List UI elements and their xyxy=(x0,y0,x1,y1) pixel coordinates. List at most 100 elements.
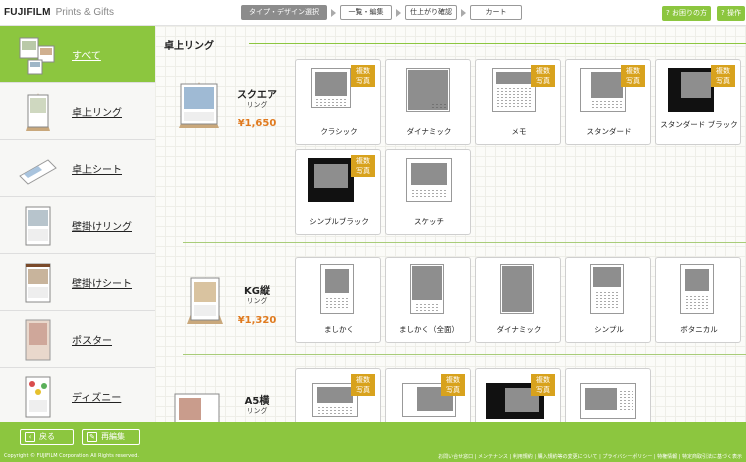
product-type: リング xyxy=(246,407,268,415)
design-card-sketch[interactable]: スケッチ xyxy=(385,149,471,235)
design-list: 卓上リング スクエア リング ¥1,650 複数 写真 クラシック ダイナミック … xyxy=(155,26,746,422)
calendar-preview xyxy=(410,264,444,314)
sidebar-item-label: 卓上シート xyxy=(72,165,122,176)
step-arrow-icon xyxy=(331,8,336,17)
sidebar-item-wall-ring[interactable]: 壁掛けリング xyxy=(0,197,155,254)
square-ring-calendar-image xyxy=(179,82,219,128)
footer-bar: ‹ 戻る ✎ 再編集 Copyright © FUJIFILM Corporat… xyxy=(0,422,746,462)
calendar-preview xyxy=(668,68,714,112)
reedit-button[interactable]: ✎ 再編集 xyxy=(82,429,140,445)
calendar-preview xyxy=(311,68,351,108)
product-type: リング xyxy=(246,297,268,305)
design-card-simple-black[interactable]: 複数 写真 シンプルブラック xyxy=(295,149,381,235)
header: FUJIFILM Prints & Gifts タイプ・デザイン選択 一覧・編集… xyxy=(0,0,746,26)
calendar-preview xyxy=(320,264,354,314)
design-name: ましかく（全面） xyxy=(399,325,459,334)
section-divider xyxy=(183,242,746,243)
design-card-classic[interactable]: 複数 写真 クラシック xyxy=(295,59,381,145)
help-button[interactable]: ? お困りの方 xyxy=(662,6,711,21)
design-card-square-full[interactable]: ましかく（全面） xyxy=(385,257,471,343)
design-card-standard-black[interactable]: 複数 写真 スタンダード ブラック xyxy=(655,59,741,145)
design-card-memo[interactable]: 複数 写真 メモ xyxy=(475,59,561,145)
product-name: A5横 xyxy=(244,396,270,407)
sidebar-item-label: 壁掛けリング xyxy=(72,222,132,233)
a5-ring-calendar-image xyxy=(174,393,220,422)
copyright-text: Copyright © FUJIFILM Corporation All Rig… xyxy=(4,453,139,459)
design-name: スタンダード xyxy=(586,127,632,136)
progress-steps: タイプ・デザイン選択 一覧・編集 仕上がり確認 カート xyxy=(241,5,522,20)
step-arrow-icon xyxy=(396,8,401,17)
back-button[interactable]: ‹ 戻る xyxy=(20,429,74,445)
design-name: シンプルブラック xyxy=(309,217,369,226)
sidebar-item-label: ポスター xyxy=(72,336,112,347)
design-name: クラシック xyxy=(320,127,358,136)
multi-photo-badge: 複数 写真 xyxy=(351,374,375,396)
design-name: シンプル xyxy=(594,325,624,334)
design-card-dynamic-kg[interactable]: ダイナミック xyxy=(475,257,561,343)
footer-links[interactable]: お問い合せ窓口 | メンテナンス | 利用規約 | 購入規約等の変更について |… xyxy=(438,453,742,460)
sidebar-item-label: 卓上リング xyxy=(72,108,122,119)
calendar-preview xyxy=(590,264,624,314)
multi-photo-badge: 複数 写真 xyxy=(531,65,555,87)
calendar-preview xyxy=(680,264,714,314)
edit-icon: ✎ xyxy=(87,432,97,442)
design-name: スタンダード ブラック xyxy=(660,120,738,129)
calendar-preview xyxy=(492,68,536,112)
product-type: リング xyxy=(246,101,268,109)
back-label: 戻る xyxy=(39,432,55,441)
step-cart: カート xyxy=(470,5,522,20)
design-card-a5-1[interactable]: 複数 写真 xyxy=(295,368,381,422)
sidebar-item-disney[interactable]: ディズニー xyxy=(0,368,155,425)
sidebar-item-label: すべて xyxy=(72,51,101,62)
multi-photo-badge: 複数 写真 xyxy=(531,374,555,396)
step-edit: 一覧・編集 xyxy=(340,5,392,20)
calendar-preview xyxy=(406,158,452,202)
design-name: ダイナミック xyxy=(496,325,542,334)
multi-photo-badge: 複数 写真 xyxy=(351,155,375,177)
section-title: 卓上リング xyxy=(164,41,214,52)
guide-button[interactable]: ? 操作 xyxy=(717,6,745,21)
design-card-dynamic[interactable]: ダイナミック xyxy=(385,59,471,145)
design-name: スケッチ xyxy=(414,217,444,226)
sidebar-item-label: ディズニー xyxy=(72,393,122,404)
design-card-a5-2[interactable]: 複数 写真 xyxy=(385,368,471,422)
calendar-preview xyxy=(406,68,450,112)
sidebar-item-label: 壁掛けシート xyxy=(72,279,132,290)
help-label: お困りの方 xyxy=(671,9,707,17)
calendar-preview xyxy=(308,158,354,202)
logo-service: Prints & Gifts xyxy=(55,7,114,18)
step-arrow-icon xyxy=(461,8,466,17)
multi-photo-badge: 複数 写真 xyxy=(711,65,735,87)
logo-brand: FUJIFILM xyxy=(4,7,51,18)
poster-thumbnail xyxy=(25,319,51,361)
step-type-design: タイプ・デザイン選択 xyxy=(241,5,327,20)
sidebar-item-desk-ring[interactable]: 卓上リング xyxy=(0,83,155,140)
design-card-standard[interactable]: 複数 写真 スタンダード xyxy=(565,59,651,145)
design-card-botanical[interactable]: ボタニカル xyxy=(655,257,741,343)
all-calendars-thumbnail xyxy=(19,37,55,75)
design-name: メモ xyxy=(511,127,527,136)
kg-ring-calendar-image xyxy=(187,277,223,324)
calendar-preview xyxy=(580,383,636,419)
product-price: ¥1,320 xyxy=(237,315,277,326)
sidebar-item-poster[interactable]: ポスター xyxy=(0,311,155,368)
wall-ring-thumbnail xyxy=(25,206,51,246)
design-card-a5-3[interactable]: 複数 写真 xyxy=(475,368,561,422)
design-card-square[interactable]: ましかく xyxy=(295,257,381,343)
sidebar-item-all[interactable]: すべて xyxy=(0,26,155,83)
multi-photo-badge: 複数 写真 xyxy=(441,374,465,396)
design-name: ダイナミック xyxy=(406,127,452,136)
desk-sheet-thumbnail xyxy=(19,159,57,185)
category-sidebar: すべて 卓上リング 卓上シート 壁掛けリング 壁掛けシート ポスター ディズニー xyxy=(0,26,155,425)
multi-photo-badge: 複数 写真 xyxy=(621,65,645,87)
sidebar-item-desk-sheet[interactable]: 卓上シート xyxy=(0,140,155,197)
design-name: ボタニカル xyxy=(680,325,718,334)
sidebar-item-wall-sheet[interactable]: 壁掛けシート xyxy=(0,254,155,311)
section-divider xyxy=(249,43,746,44)
wall-sheet-thumbnail xyxy=(25,263,51,303)
design-card-a5-4[interactable] xyxy=(565,368,651,422)
reedit-label: 再編集 xyxy=(101,432,125,441)
logo[interactable]: FUJIFILM Prints & Gifts xyxy=(4,7,114,18)
product-price: ¥1,650 xyxy=(237,118,277,129)
design-card-simple[interactable]: シンプル xyxy=(565,257,651,343)
